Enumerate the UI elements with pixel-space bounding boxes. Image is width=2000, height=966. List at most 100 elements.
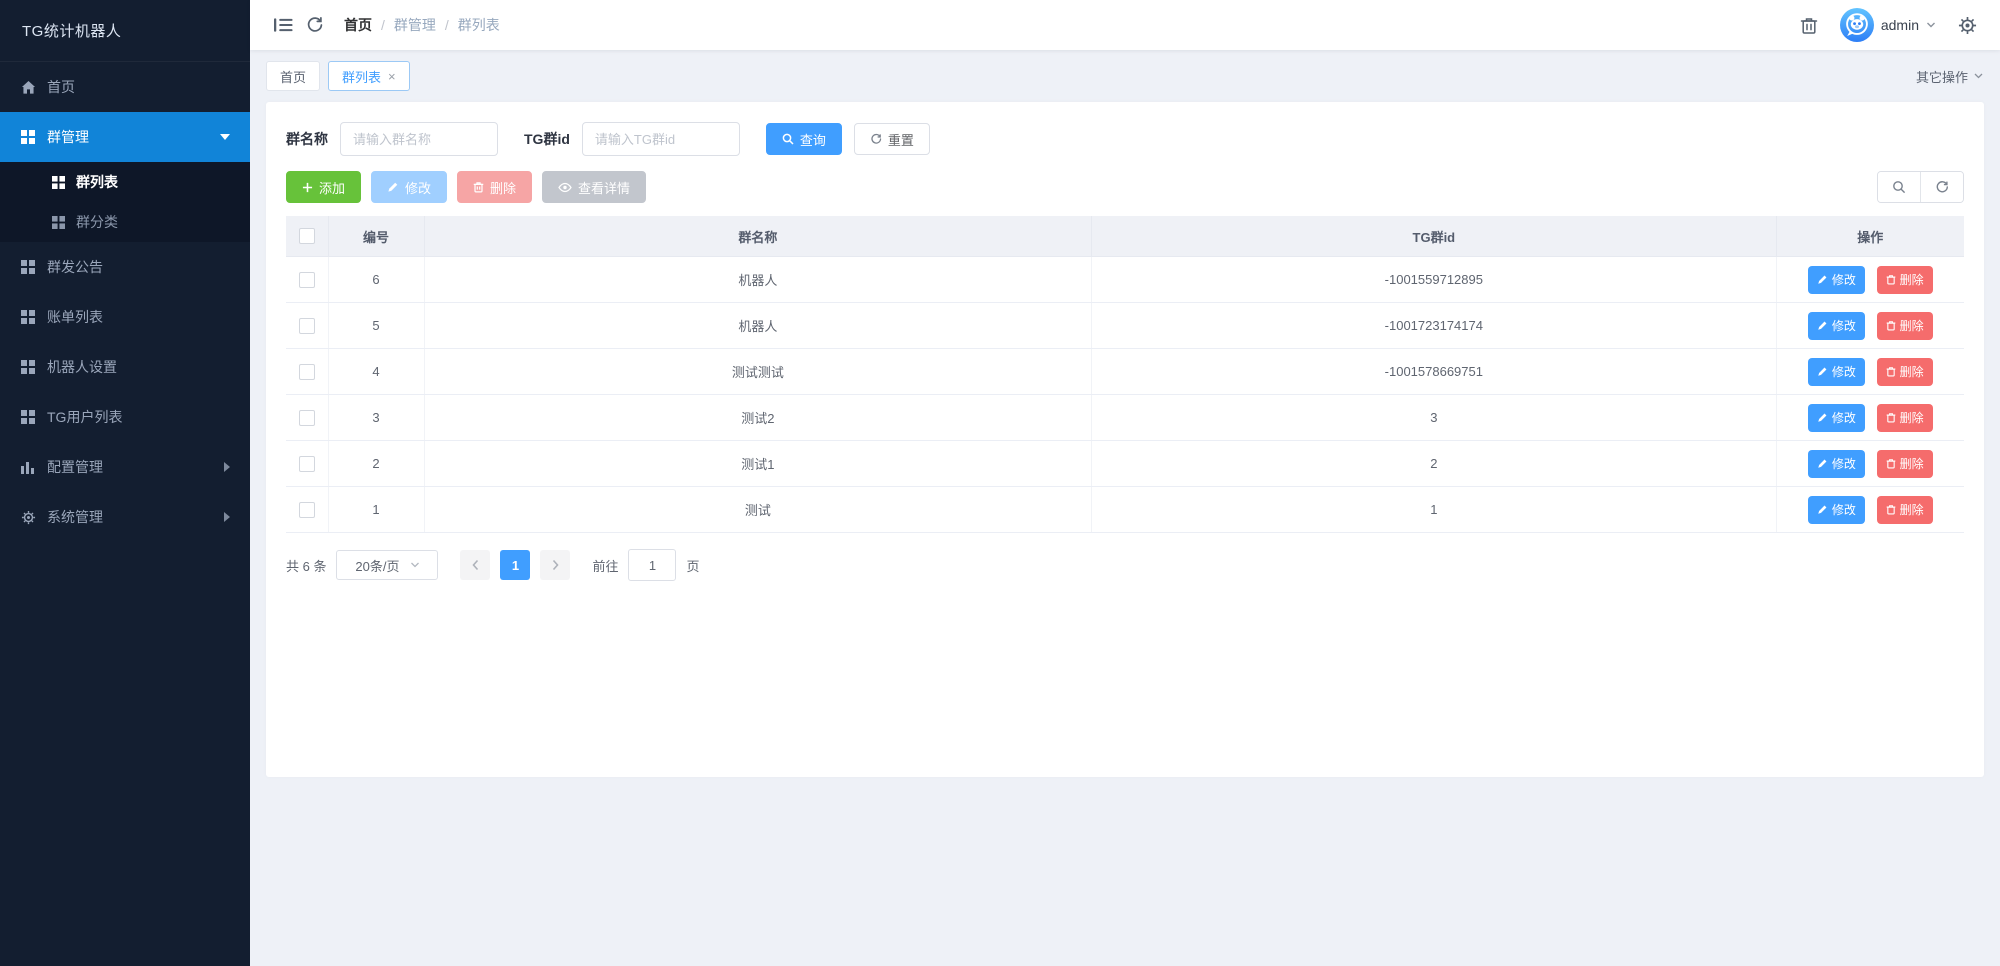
row-delete-button[interactable]: 删除: [1876, 357, 1933, 386]
chevron-left-icon: [472, 559, 479, 571]
other-operations-label: 其它操作: [1915, 69, 1968, 85]
sidebar-item-group-category[interactable]: 群分类: [0, 202, 250, 242]
row-edit-button[interactable]: 修改: [1807, 265, 1865, 294]
breadcrumb-separator: /: [444, 17, 449, 33]
row-delete-button[interactable]: 删除: [1876, 449, 1933, 478]
cell-name: 机器人: [424, 256, 1093, 303]
sidebar-item-group-list[interactable]: 群列表: [0, 162, 250, 202]
row-edit-button[interactable]: 修改: [1807, 495, 1865, 524]
row-delete-label: 删除: [1899, 411, 1924, 425]
breadcrumb-level2[interactable]: 群管理: [394, 15, 436, 35]
table-tools: [1877, 171, 1964, 203]
tab-home[interactable]: 首页: [266, 61, 321, 91]
table-row: 2 测试1 2 修改 删除: [286, 440, 1964, 487]
sidebar-item-broadcast[interactable]: 群发公告: [0, 242, 250, 292]
page-size-select[interactable]: 20条/页: [336, 550, 439, 580]
row-delete-button[interactable]: 删除: [1876, 403, 1933, 432]
row-checkbox[interactable]: [298, 317, 315, 334]
refresh-icon[interactable]: [302, 12, 328, 38]
trash-icon: [1886, 505, 1895, 515]
group-name-label: 群名称: [286, 131, 328, 147]
breadcrumb: 首页 / 群管理 / 群列表: [344, 15, 500, 35]
search-button[interactable]: 查询: [765, 123, 842, 155]
tab-label: 群列表: [342, 69, 382, 85]
row-checkbox[interactable]: [298, 501, 315, 518]
search-icon: [782, 133, 794, 145]
tab-bar: 首页 群列表 × 其它操作: [250, 50, 2000, 102]
breadcrumb-level3: 群列表: [457, 17, 500, 33]
add-button[interactable]: 添加: [286, 171, 362, 203]
row-delete-label: 删除: [1899, 457, 1924, 471]
sidebar-item-label: 群发公告: [47, 259, 103, 275]
sidebar-item-label: 系统管理: [47, 509, 103, 525]
page-number-current[interactable]: 1: [500, 550, 531, 580]
tab-group-list[interactable]: 群列表 ×: [328, 61, 410, 91]
sidebar-item-system-management[interactable]: 系统管理: [0, 492, 250, 542]
header-actions: 操作: [1776, 216, 1964, 257]
next-page-button[interactable]: [540, 550, 571, 580]
row-delete-button[interactable]: 删除: [1876, 265, 1933, 294]
trash-icon: [1886, 275, 1895, 285]
delete-button-disabled[interactable]: 删除: [457, 171, 533, 203]
cell-tgid: 3: [1091, 394, 1777, 441]
edit-icon: [1818, 275, 1827, 284]
page-size-value: 20条/页: [355, 558, 400, 574]
sidebar-menu: 首页 群管理 群列表 群分类 群发公告 账单列表 机器人设置 TG用户列表 配置…: [0, 62, 250, 966]
row-edit-label: 修改: [1831, 273, 1856, 287]
add-button-label: 添加: [319, 180, 346, 196]
gear-icon[interactable]: [1954, 12, 1980, 38]
table-header-row: 编号 群名称 TG群id 操作: [286, 216, 1964, 257]
row-edit-button[interactable]: 修改: [1807, 311, 1865, 340]
sidebar-item-label: TG用户列表: [47, 409, 123, 425]
sidebar-submenu: 群列表 群分类: [0, 162, 250, 242]
hamburger-icon[interactable]: [270, 12, 296, 38]
reset-button[interactable]: 重置: [853, 123, 930, 155]
row-checkbox[interactable]: [298, 271, 315, 288]
goto-page-input[interactable]: [628, 549, 677, 581]
trash-icon: [1886, 459, 1895, 469]
group-list-card: 群名称 TG群id 查询 重置 添加: [266, 102, 1984, 777]
row-edit-button[interactable]: 修改: [1807, 357, 1865, 386]
cell-name: 机器人: [424, 302, 1093, 349]
view-detail-button-disabled[interactable]: 查看详情: [542, 171, 647, 203]
edit-icon: [1818, 459, 1827, 468]
cell-tgid: -1001559712895: [1091, 256, 1777, 303]
sidebar-item-robot-settings[interactable]: 机器人设置: [0, 342, 250, 392]
tg-group-id-label: TG群id: [524, 131, 570, 147]
row-checkbox[interactable]: [298, 455, 315, 472]
sidebar-item-home[interactable]: 首页: [0, 62, 250, 112]
sidebar-item-tg-users[interactable]: TG用户列表: [0, 392, 250, 442]
cell-no: 1: [328, 486, 425, 533]
table-toolbar: 添加 修改 删除 查看详情: [286, 171, 1964, 203]
row-checkbox[interactable]: [298, 363, 315, 380]
prev-page-button[interactable]: [460, 550, 491, 580]
group-name-input[interactable]: [340, 122, 498, 156]
refresh-table-icon[interactable]: [1920, 172, 1963, 202]
sidebar-item-label: 群分类: [76, 214, 118, 230]
sidebar-item-label: 群管理: [47, 129, 89, 145]
row-edit-button[interactable]: 修改: [1807, 403, 1865, 432]
select-all-checkbox[interactable]: [298, 228, 315, 245]
row-edit-label: 修改: [1831, 319, 1856, 333]
row-edit-button[interactable]: 修改: [1807, 449, 1865, 478]
row-delete-button[interactable]: 删除: [1876, 495, 1933, 524]
other-operations-dropdown[interactable]: 其它操作: [1916, 67, 1984, 86]
breadcrumb-home[interactable]: 首页: [344, 15, 372, 35]
sidebar-item-bill-list[interactable]: 账单列表: [0, 292, 250, 342]
sidebar-item-group-management[interactable]: 群管理: [0, 112, 250, 162]
group-table: 编号 群名称 TG群id 操作 6 机器人 -1001559712895 修改: [286, 216, 1964, 533]
close-icon[interactable]: ×: [388, 70, 396, 83]
tab-label: 首页: [280, 69, 307, 85]
trash-icon[interactable]: [1796, 12, 1822, 38]
page-content: 群名称 TG群id 查询 重置 添加: [250, 102, 2000, 966]
row-checkbox[interactable]: [298, 409, 315, 426]
sidebar-item-config-management[interactable]: 配置管理: [0, 442, 250, 492]
row-delete-button[interactable]: 删除: [1876, 311, 1933, 340]
edit-button-label: 修改: [405, 180, 432, 196]
user-menu[interactable]: admin: [1839, 8, 1936, 42]
row-delete-label: 删除: [1899, 319, 1924, 333]
cell-tgid: 2: [1091, 440, 1777, 487]
search-toggle-icon[interactable]: [1878, 172, 1920, 202]
tg-group-id-input[interactable]: [581, 122, 740, 156]
edit-button-disabled[interactable]: 修改: [371, 171, 448, 203]
